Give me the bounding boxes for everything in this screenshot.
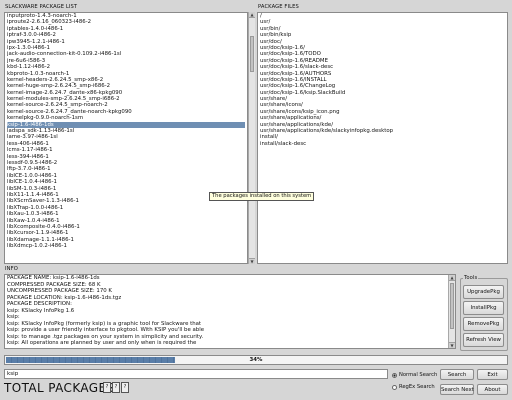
regex-search-radio[interactable] [392, 385, 397, 390]
tooltip: The packages installed on this system [209, 192, 315, 201]
normal-search-radio[interactable] [392, 373, 397, 378]
progress-text: 34% [249, 357, 263, 363]
info-scroll-up-icon[interactable]: ▲ [449, 275, 455, 281]
package-files-list[interactable]: / usr/usr/bin/usr/bin/ksip usr/doc/usr/doc… [257, 12, 508, 264]
install-pkg-button[interactable]: InstallPkg [463, 301, 504, 315]
about-button[interactable]: About [477, 384, 508, 395]
package-file-item[interactable]: install/slack-desc [260, 141, 505, 147]
total-packages-label: TOTAL PACKAGES [4, 381, 115, 395]
package-list-rows: inputproto-1.4.3-noarch-1 iproute2-2.6.16… [5, 13, 247, 249]
progress-bar: 34% [4, 355, 508, 365]
info-scroll-down-icon[interactable]: ▼ [449, 342, 455, 348]
search-button[interactable]: Search [440, 369, 474, 380]
package-files-rows: / usr/usr/bin/usr/bin/ksip usr/doc/usr/doc… [258, 13, 507, 147]
counter-digit: ? [112, 382, 120, 393]
info-scroll-thumb[interactable] [450, 283, 454, 329]
total-packages-counter: ? ? ? [103, 382, 129, 394]
package-files-label: PACKAGE FILES [258, 4, 299, 10]
refresh-view-button[interactable]: Refresh View [463, 333, 504, 347]
package-list-scrollbar[interactable]: ▲ ▼ [248, 12, 255, 264]
info-scrollbar[interactable]: ▲ ▼ [448, 275, 455, 348]
search-input[interactable]: ksip [4, 369, 388, 379]
remove-pkg-button[interactable]: RemovePkg [463, 317, 504, 331]
info-lines: PACKAGE NAME: ksip-1.6-i486-1ds COMPRESSE… [5, 275, 455, 347]
regex-search-label: RegEx Search [399, 384, 435, 390]
counter-digit: ? [103, 382, 111, 393]
package-list-item[interactable]: libXdmcp-1.0.2-i486-1 [7, 243, 245, 249]
info-label: INFO [5, 266, 18, 272]
info-panel[interactable]: PACKAGE NAME: ksip-1.6-i486-1ds COMPRESSE… [4, 274, 456, 349]
info-line: ksip: All operations are planned by user… [7, 340, 197, 346]
normal-search-label: Normal Search [399, 372, 438, 378]
exit-button[interactable]: Exit [477, 369, 508, 380]
counter-digit: ? [121, 382, 129, 393]
scroll-down-icon[interactable]: ▼ [249, 258, 255, 264]
package-list[interactable]: inputproto-1.4.3-noarch-1 iproute2-2.6.16… [4, 12, 248, 264]
scroll-up-icon[interactable]: ▲ [249, 12, 255, 18]
package-list-label: SLACKWARE PACKAGE LIST [5, 4, 78, 10]
tools-label: Tools [463, 275, 479, 281]
upgrade-pkg-button[interactable]: UpgradePkg [463, 285, 504, 299]
package-list-scroll-thumb[interactable] [250, 36, 254, 72]
search-next-button[interactable]: Search Next [440, 384, 474, 395]
